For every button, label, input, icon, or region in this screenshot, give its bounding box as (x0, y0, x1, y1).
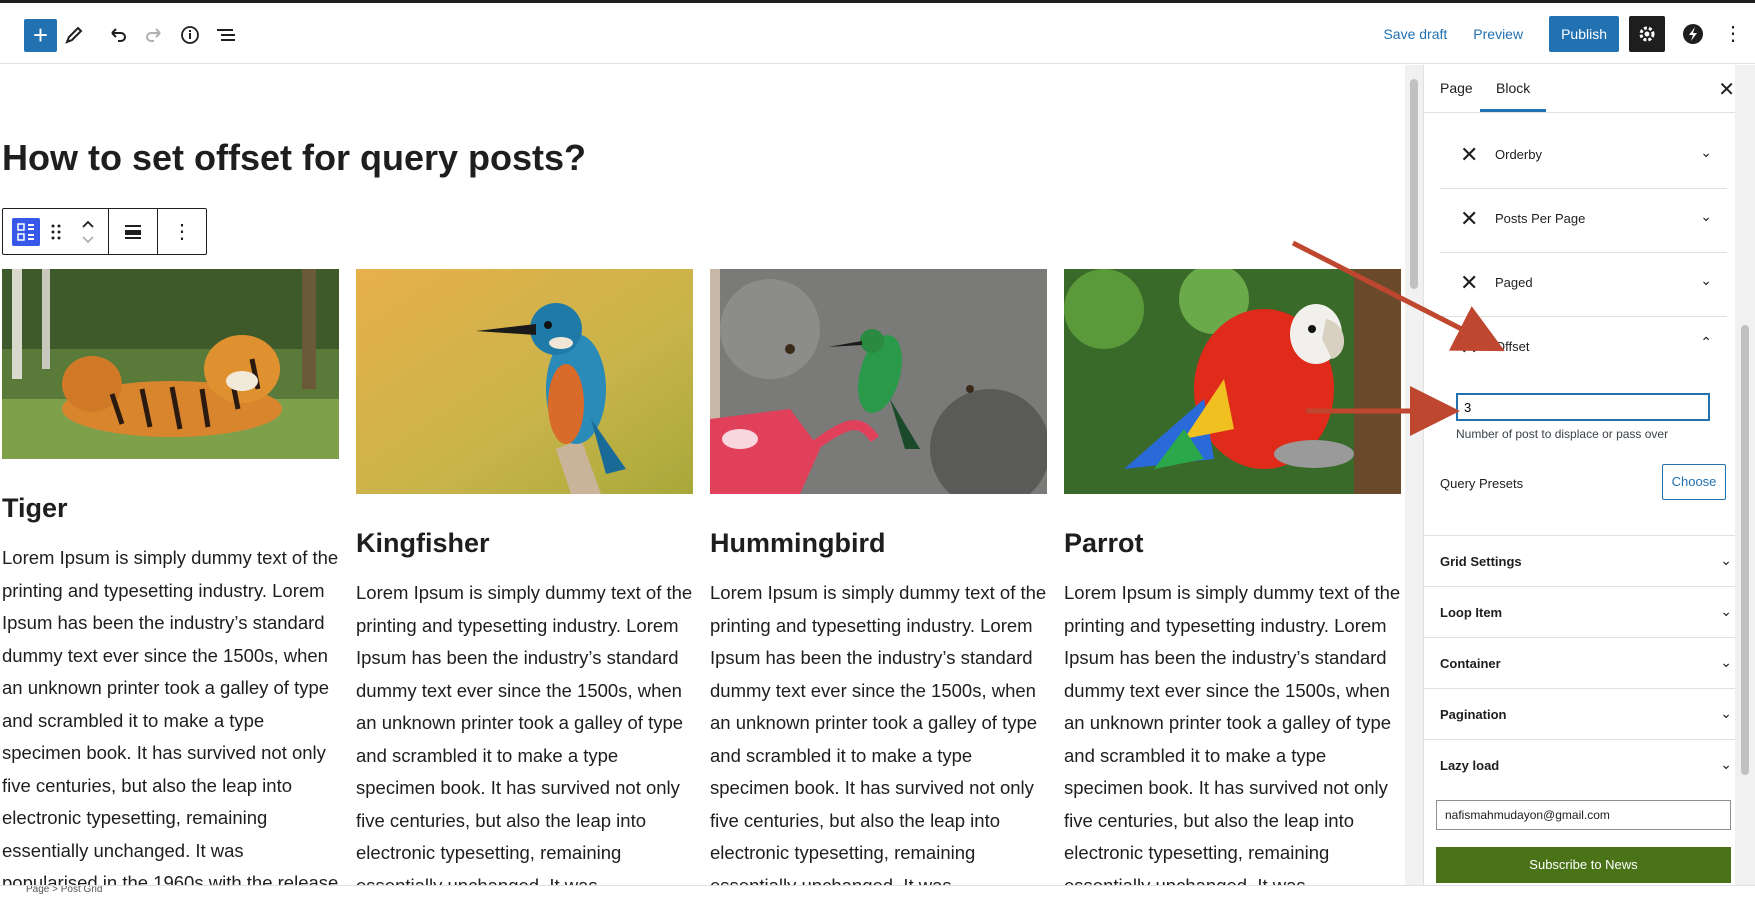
align-group (109, 209, 158, 254)
block-type-group (3, 209, 109, 254)
choose-preset-button[interactable]: Choose (1662, 464, 1726, 500)
post-title[interactable]: Kingfisher (356, 494, 693, 559)
tools-pencil-icon[interactable] (56, 17, 92, 53)
panel-loop-item[interactable]: Loop Item ⌄ (1424, 586, 1744, 638)
query-param-paged[interactable]: ✕ Paged ⌄ (1440, 252, 1727, 317)
kingfisher-image[interactable] (356, 269, 693, 494)
post-card: Tiger Lorem Ipsum is simply dummy text o… (2, 269, 339, 885)
block-toolbar: ⋮ (2, 208, 207, 255)
query-param-label: Posts Per Page (1495, 211, 1586, 226)
remove-param-icon[interactable]: ✕ (1460, 206, 1478, 232)
panel-pagination[interactable]: Pagination ⌄ (1424, 688, 1744, 740)
chevron-down-icon: ⌄ (1720, 705, 1732, 721)
chevron-down-icon[interactable]: ⌄ (1700, 144, 1712, 161)
post-excerpt: Lorem Ipsum is simply dummy text of the … (1064, 582, 1401, 885)
parrot-image[interactable] (1064, 269, 1401, 494)
info-icon[interactable] (172, 17, 208, 53)
header-actions: Save draft Preview Publish ⋮ (1383, 3, 1755, 64)
tab-page[interactable]: Page (1440, 65, 1473, 112)
remove-param-icon[interactable]: ✕ (1460, 334, 1478, 360)
more-options-icon[interactable]: ⋮ (1715, 16, 1751, 52)
post-title[interactable]: Hummingbird (710, 494, 1047, 559)
page-title[interactable]: How to set offset for query posts? (2, 137, 586, 179)
list-view-icon[interactable] (208, 17, 244, 53)
chevron-down-icon: ⌄ (1720, 756, 1732, 772)
align-icon[interactable] (109, 209, 157, 254)
publish-button[interactable]: Publish (1549, 15, 1619, 52)
post-grid-block-icon[interactable] (12, 217, 40, 246)
offset-input[interactable] (1456, 393, 1710, 421)
panel-lazy-load[interactable]: Lazy load ⌄ (1424, 739, 1744, 791)
panel-grid-settings[interactable]: Grid Settings ⌄ (1424, 535, 1744, 587)
query-param-label: Orderby (1495, 147, 1542, 162)
query-presets-label: Query Presets (1440, 476, 1524, 491)
subscribe-button[interactable]: Subscribe to News (1436, 847, 1731, 883)
post-title[interactable]: Parrot (1064, 494, 1401, 559)
post-title[interactable]: Tiger (2, 459, 339, 524)
query-param-orderby[interactable]: ✕ Orderby ⌄ (1440, 124, 1727, 189)
preview-button[interactable]: Preview (1473, 26, 1523, 42)
sidebar-tabs: Page Block ✕ (1424, 65, 1755, 113)
chevron-down-icon[interactable]: ⌄ (1700, 208, 1712, 225)
tab-block[interactable]: Block (1480, 65, 1547, 112)
newsletter-email-field[interactable]: nafismahmudayon@gmail.com (1436, 800, 1731, 830)
chevron-up-icon[interactable]: ⌃ (1700, 334, 1712, 351)
query-param-label: Offset (1495, 339, 1530, 354)
settings-gear-button[interactable] (1629, 15, 1665, 52)
canvas-scrollbar[interactable] (1405, 65, 1423, 885)
drag-handle-icon[interactable] (44, 209, 68, 254)
plugin-logo-icon[interactable] (1675, 16, 1711, 52)
chevron-down-icon: ⌄ (1720, 552, 1732, 568)
post-card: Parrot Lorem Ipsum is simply dummy text … (1064, 269, 1401, 885)
remove-param-icon[interactable]: ✕ (1460, 270, 1478, 296)
gear-icon (1639, 26, 1655, 41)
chevron-down-icon: ⌄ (1720, 654, 1732, 670)
query-param-offset[interactable]: ✕ Offset ⌃ (1440, 316, 1727, 380)
panel-title: Grid Settings (1440, 554, 1522, 569)
offset-help-text: Number of post to displace or pass over (1456, 427, 1669, 441)
chevron-down-icon: ⌄ (1720, 603, 1732, 619)
add-block-button[interactable]: + (24, 19, 57, 52)
undo-icon[interactable] (100, 17, 136, 53)
post-card: Hummingbird Lorem Ipsum is simply dummy … (710, 269, 1047, 885)
tiger-image[interactable] (2, 269, 339, 459)
post-excerpt: Lorem Ipsum is simply dummy text of the … (356, 582, 693, 885)
settings-sidebar: Page Block ✕ ✕ Orderby ⌄ ✕ Posts Per Pag… (1423, 65, 1755, 885)
panel-title: Container (1440, 656, 1501, 671)
breadcrumb[interactable]: Page > Post Grid (26, 886, 102, 895)
panel-container[interactable]: Container ⌄ (1424, 637, 1744, 689)
sidebar-scrollbar-thumb[interactable] (1741, 325, 1749, 775)
options-group: ⋮ (158, 209, 206, 254)
block-breadcrumb: Page > Post Grid (0, 885, 1755, 897)
chevron-down-icon[interactable]: ⌄ (1700, 272, 1712, 289)
canvas-scrollbar-thumb[interactable] (1410, 79, 1418, 289)
post-card: Kingfisher Lorem Ipsum is simply dummy t… (356, 269, 693, 885)
hummingbird-image[interactable] (710, 269, 1047, 494)
panel-title: Loop Item (1440, 605, 1503, 620)
query-param-posts-per-page[interactable]: ✕ Posts Per Page ⌄ (1440, 188, 1727, 253)
editor-header: + Save draft Preview Publish ⋮ (0, 3, 1755, 64)
close-icon[interactable]: ✕ (1718, 77, 1735, 102)
editor-canvas: How to set offset for query posts? ⋮ Tig… (0, 65, 1405, 885)
redo-icon[interactable] (136, 17, 172, 53)
block-options-icon[interactable]: ⋮ (158, 209, 206, 254)
remove-param-icon[interactable]: ✕ (1460, 142, 1478, 168)
save-draft-button[interactable]: Save draft (1383, 26, 1447, 42)
panel-title: Pagination (1440, 707, 1507, 722)
post-excerpt: Lorem Ipsum is simply dummy text of the … (2, 547, 339, 885)
sidebar-scrollbar[interactable] (1735, 65, 1755, 885)
move-up-down-icon[interactable] (68, 209, 108, 254)
panel-title: Lazy load (1440, 758, 1500, 773)
post-excerpt: Lorem Ipsum is simply dummy text of the … (710, 582, 1047, 885)
query-param-label: Paged (1495, 275, 1533, 290)
